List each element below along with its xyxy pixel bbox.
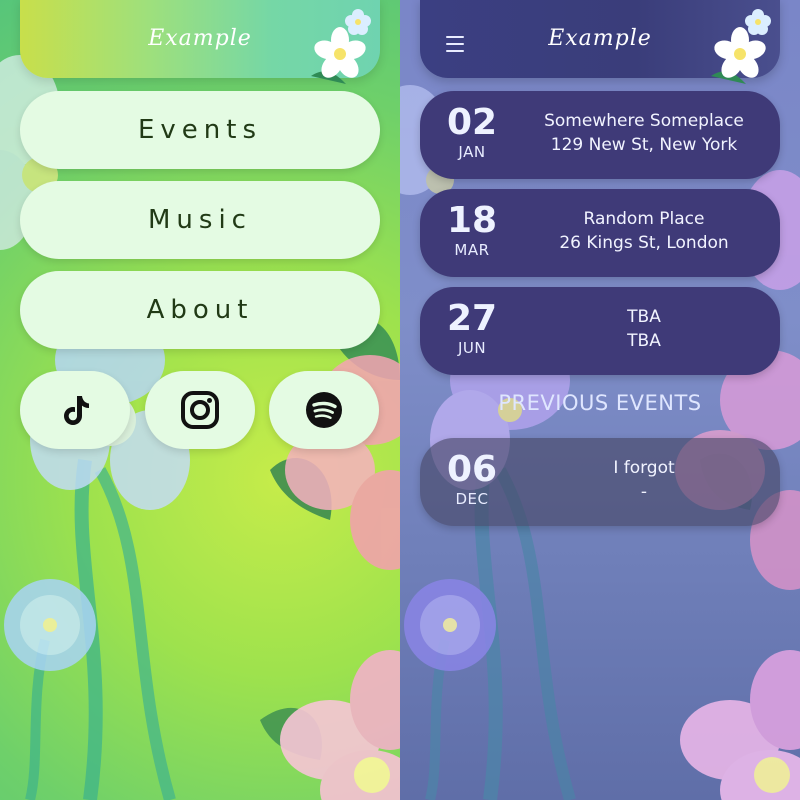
event-address: 26 Kings St, London bbox=[559, 233, 729, 253]
event-month: DEC bbox=[455, 490, 489, 508]
event-info: Random Place 26 Kings St, London bbox=[524, 207, 764, 255]
event-month: JAN bbox=[458, 143, 486, 161]
app-header: Example bbox=[20, 0, 380, 84]
event-month: JUN bbox=[457, 339, 487, 357]
app-header: Example bbox=[420, 0, 780, 84]
events-button[interactable]: Events bbox=[20, 91, 380, 169]
instagram-button[interactable] bbox=[145, 371, 255, 449]
about-button-label: About bbox=[146, 295, 254, 325]
flower-decoration-icon bbox=[311, 9, 371, 84]
event-venue: Random Place bbox=[583, 209, 705, 229]
music-button-label: Music bbox=[148, 205, 252, 235]
event-card[interactable]: 27 JUN TBA TBA bbox=[420, 287, 780, 375]
flower-decoration-icon bbox=[711, 9, 771, 84]
tiktok-icon bbox=[64, 396, 89, 425]
spotify-icon bbox=[306, 392, 342, 428]
left-screen: Example Events Music About bbox=[0, 0, 400, 800]
spotify-button[interactable] bbox=[269, 371, 379, 449]
tiktok-button[interactable] bbox=[20, 371, 130, 449]
app-title: Example bbox=[148, 25, 252, 51]
event-address: 129 New St, New York bbox=[550, 135, 738, 155]
previous-events-heading: PREVIOUS EVENTS bbox=[498, 391, 702, 415]
app-title: Example bbox=[548, 25, 652, 51]
event-address: TBA bbox=[627, 331, 661, 351]
event-venue: TBA bbox=[627, 307, 661, 327]
events-button-label: Events bbox=[137, 115, 263, 145]
music-button[interactable]: Music bbox=[20, 181, 380, 259]
event-info: Somewhere Someplace 129 New St, New York bbox=[524, 109, 764, 157]
event-day: 18 bbox=[446, 200, 498, 241]
event-info: I forgot - bbox=[524, 456, 764, 504]
event-venue: Somewhere Someplace bbox=[544, 111, 744, 131]
event-day: 06 bbox=[446, 449, 498, 490]
event-day: 02 bbox=[446, 102, 498, 143]
past-event-card[interactable]: 06 DEC I forgot - bbox=[420, 438, 780, 526]
hamburger-menu-icon[interactable] bbox=[446, 36, 464, 52]
event-day: 27 bbox=[446, 298, 498, 339]
event-card[interactable]: 18 MAR Random Place 26 Kings St, London bbox=[420, 189, 780, 277]
event-info: TBA TBA bbox=[524, 305, 764, 353]
right-screen: Example 02 JAN Somewhere Someplace 129 N… bbox=[400, 0, 800, 800]
event-card[interactable]: 02 JAN Somewhere Someplace 129 New St, N… bbox=[420, 91, 780, 179]
instagram-icon bbox=[181, 391, 219, 429]
event-venue: I forgot bbox=[613, 458, 675, 478]
event-address: - bbox=[640, 482, 648, 502]
event-month: MAR bbox=[454, 241, 490, 259]
about-button[interactable]: About bbox=[20, 271, 380, 349]
